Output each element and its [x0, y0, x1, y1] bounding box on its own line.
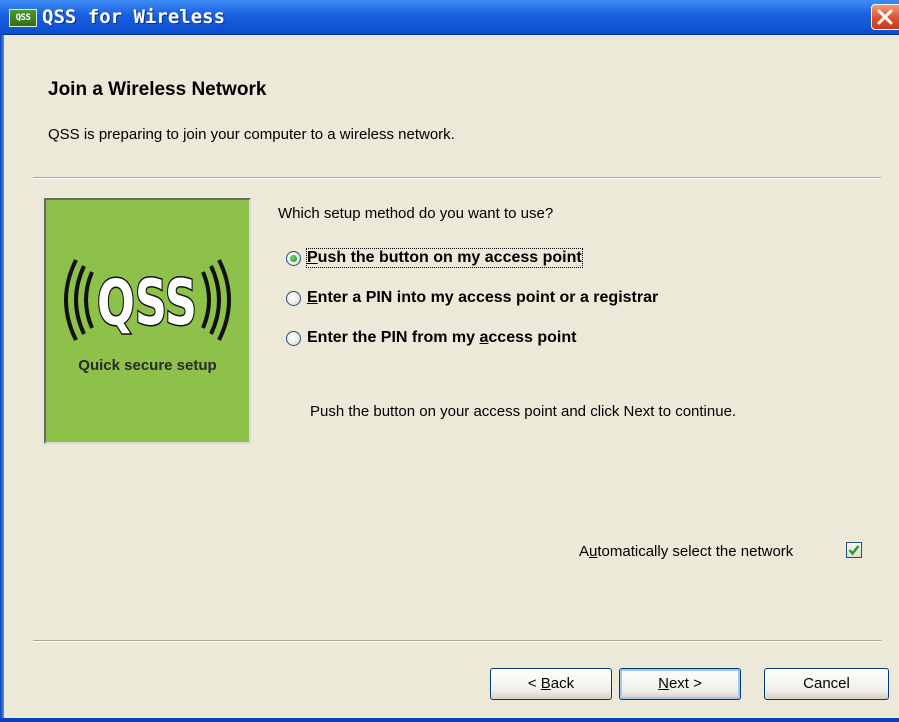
radio-push-button[interactable]: [286, 250, 301, 266]
next-button[interactable]: Next >: [619, 668, 741, 700]
window-bottom-border: [0, 718, 899, 722]
auto-select-checkbox[interactable]: [846, 542, 862, 558]
setup-method-question: Which setup method do you want to use?: [278, 205, 554, 222]
header-divider: [33, 177, 881, 179]
qss-logo: QSS Quick secure setup: [44, 198, 251, 444]
qss-wave-icon: QSS: [64, 259, 231, 341]
close-button[interactable]: [871, 4, 899, 30]
page-subtitle: QSS is preparing to join your computer t…: [48, 126, 455, 143]
auto-select-label[interactable]: Automatically select the network: [579, 543, 793, 560]
checkmark-icon: [848, 545, 860, 556]
option-enter-pin-into-ap[interactable]: Enter a PIN into my access point or a re…: [286, 286, 658, 310]
option-push-button[interactable]: Push the button on my access point: [286, 246, 583, 270]
cancel-button[interactable]: Cancel: [764, 668, 889, 700]
title-bar[interactable]: QSS QSS for Wireless: [0, 0, 899, 35]
option-label: Enter a PIN into my access point or a re…: [307, 289, 659, 306]
qss-app-icon: QSS: [9, 9, 37, 27]
option-label: Push the button on my access point: [306, 248, 583, 268]
instruction-text: Push the button on your access point and…: [310, 403, 737, 420]
radio-enter-pin-from-ap[interactable]: [286, 330, 301, 346]
window-title: QSS for Wireless: [42, 6, 226, 28]
logo-text: QSS: [97, 266, 197, 339]
back-button[interactable]: < Back: [490, 668, 612, 700]
logo-tagline: Quick secure setup: [78, 357, 217, 374]
window-left-border: [0, 35, 4, 722]
radio-enter-pin-into-ap[interactable]: [286, 290, 301, 306]
option-label: Enter the PIN from my access point: [307, 329, 577, 346]
footer-divider: [33, 640, 881, 642]
page-title: Join a Wireless Network: [48, 79, 267, 100]
option-enter-pin-from-ap[interactable]: Enter the PIN from my access point: [286, 326, 576, 350]
close-icon: [877, 9, 893, 25]
